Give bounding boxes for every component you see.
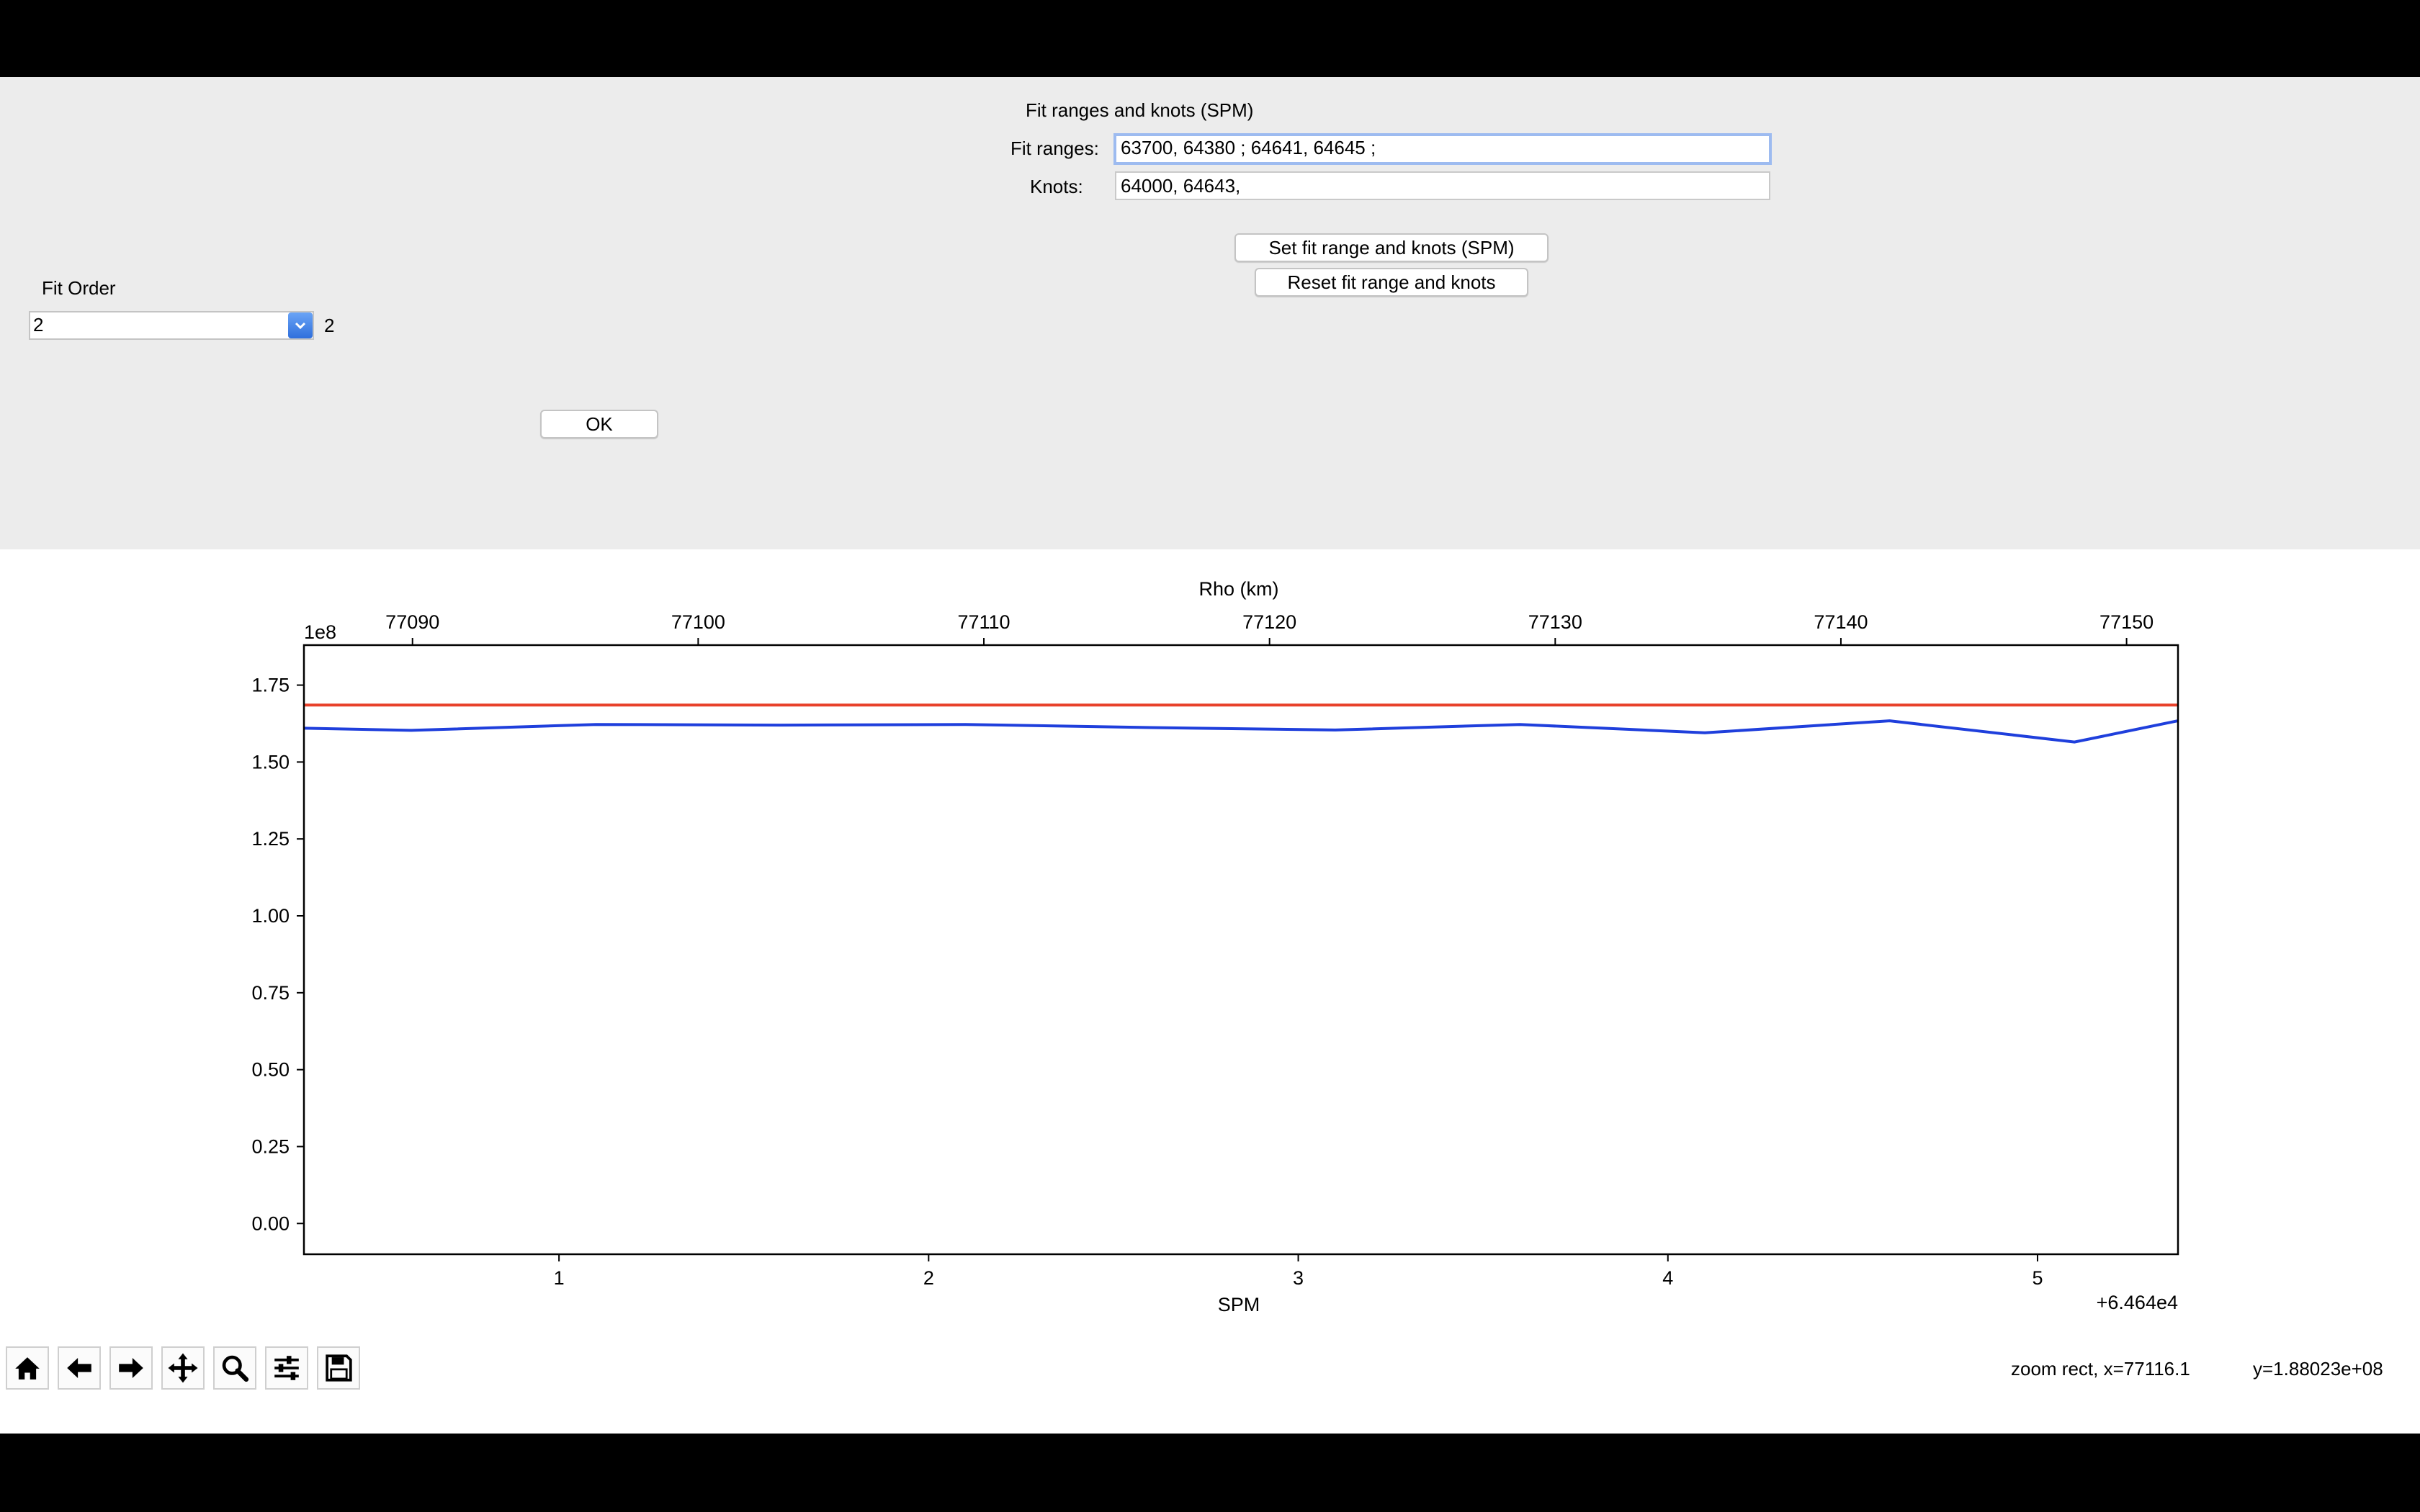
save-icon[interactable] <box>317 1346 360 1390</box>
fit-chart[interactable]: 77090 77100 77110 77120 77130 77140 77150 0.00… <box>0 549 2420 1341</box>
top-tick-label: 77090 <box>385 611 439 633</box>
zoom-icon[interactable] <box>213 1346 256 1390</box>
x-tick-label: 4 <box>1662 1267 1673 1289</box>
y-tick-label: 0.00 <box>251 1212 290 1234</box>
y-tick-label: 0.25 <box>251 1135 290 1157</box>
y-tick-label: 1.50 <box>251 751 290 773</box>
top-tick-label: 77120 <box>1242 611 1296 633</box>
top-tick-label: 77140 <box>1814 611 1868 633</box>
reset-fit-range-button[interactable]: Reset fit range and knots <box>1255 268 1528 297</box>
x-offset-label: +6.464e4 <box>2097 1292 2178 1313</box>
top-tick-label: 77130 <box>1528 611 1582 633</box>
y-tick-label: 1.75 <box>251 675 290 696</box>
fit-ranges-label: Fit ranges: <box>1010 138 1099 159</box>
top-tick-label: 77150 <box>2099 611 2154 633</box>
status-x-readout: zoom rect, x=77116.1 <box>2011 1358 2190 1380</box>
knots-input[interactable]: 64000, 64643, <box>1115 171 1770 200</box>
chevron-down-icon[interactable] <box>288 312 313 338</box>
plot-frame <box>302 644 2179 1256</box>
x-tick-label: 3 <box>1293 1267 1304 1289</box>
fit-ranges-input[interactable]: 63700, 64380 ; 64641, 64645 ; <box>1113 133 1772 165</box>
fit-order-select[interactable]: 2 <box>29 311 314 340</box>
configure-subplots-icon[interactable] <box>265 1346 308 1390</box>
top-axis-label: Rho (km) <box>1198 578 1278 600</box>
status-y-readout: y=1.88023e+08 <box>2253 1358 2383 1380</box>
set-fit-range-button[interactable]: Set fit range and knots (SPM) <box>1234 233 1549 262</box>
top-tick-label: 77100 <box>671 611 725 633</box>
y-tick-label: 1.00 <box>251 905 290 927</box>
back-arrow-icon[interactable] <box>58 1346 101 1390</box>
y-scale-label: 1e8 <box>304 621 336 643</box>
y-tick-label: 1.25 <box>251 828 290 850</box>
top-tick-label: 77110 <box>957 611 1010 633</box>
fit-panel-title: Fit ranges and knots (SPM) <box>1026 99 1254 121</box>
home-icon[interactable] <box>6 1346 49 1390</box>
y-tick-label: 0.75 <box>251 982 290 1004</box>
ok-button[interactable]: OK <box>540 410 658 438</box>
fit-order-value: 2 <box>324 315 335 336</box>
fit-order-label: Fit Order <box>42 277 116 299</box>
x-axis-label: SPM <box>1218 1294 1260 1315</box>
x-tick-label: 5 <box>2032 1267 2043 1289</box>
fit-order-selected: 2 <box>33 314 44 336</box>
x-tick-label: 2 <box>923 1267 934 1289</box>
x-tick-label: 1 <box>554 1267 565 1289</box>
forward-arrow-icon[interactable] <box>109 1346 153 1390</box>
series-line-0 <box>303 719 2179 744</box>
y-tick-label: 0.50 <box>251 1059 290 1081</box>
pan-icon[interactable] <box>161 1346 205 1390</box>
fit-settings-panel: Fit ranges and knots (SPM) Fit ranges: 6… <box>0 77 2420 549</box>
knots-label: Knots: <box>1030 176 1083 197</box>
